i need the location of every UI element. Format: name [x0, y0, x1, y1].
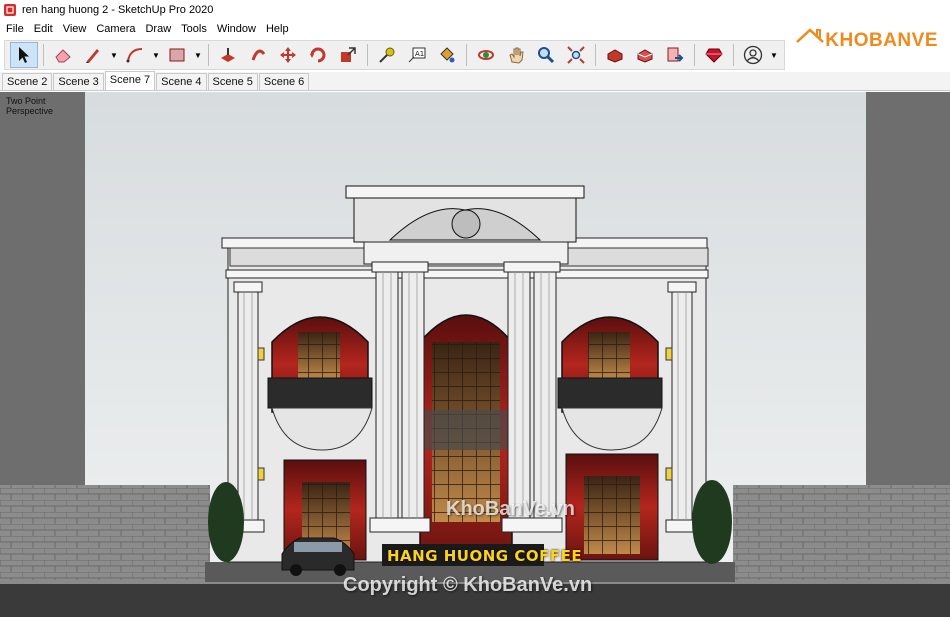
right-shrub	[692, 480, 732, 564]
warehouse-icon[interactable]	[601, 42, 629, 68]
left-balcony-railing	[267, 377, 373, 409]
orbit-icon[interactable]	[472, 42, 500, 68]
capital-left-inner	[371, 261, 429, 273]
chevron-down-icon[interactable]: ▼	[192, 42, 204, 68]
paint-bucket-icon[interactable]	[433, 42, 461, 68]
select-arrow-icon[interactable]	[10, 42, 38, 68]
logo-text: KHOBANVE	[825, 30, 938, 51]
chevron-down-icon[interactable]: ▼	[150, 42, 162, 68]
watermark-center: KhoBanVe.vn	[446, 498, 575, 520]
logo-house-icon	[796, 28, 825, 43]
left-upper-mullions	[298, 332, 340, 380]
extension-warehouse-icon[interactable]	[631, 42, 659, 68]
title-bar: ren hang huong 2 - SketchUp Pro 2020	[0, 0, 950, 20]
sketchup-app-icon	[4, 4, 16, 16]
toolbar-separator	[367, 44, 368, 66]
building-render	[0, 92, 950, 617]
menu-edit[interactable]: Edit	[30, 23, 59, 35]
ruby-extension-icon[interactable]	[700, 42, 728, 68]
camera-projection-line2: Perspective	[6, 106, 54, 116]
left-cornice	[221, 237, 365, 249]
menu-file[interactable]: File	[2, 23, 30, 35]
rotate-icon[interactable]	[304, 42, 332, 68]
wall-lamp	[257, 467, 265, 481]
scale-icon[interactable]	[334, 42, 362, 68]
column-right-outer	[671, 287, 693, 525]
eraser-icon[interactable]	[49, 42, 77, 68]
tab-scene-2[interactable]: Scene 2	[2, 73, 53, 90]
menu-bar: File Edit View Camera Draw Tools Window …	[0, 20, 850, 38]
chevron-down-icon[interactable]: ▼	[108, 42, 120, 68]
menu-help[interactable]: Help	[262, 23, 295, 35]
account-icon[interactable]	[739, 42, 767, 68]
camera-projection-label: Two Point Perspective	[6, 96, 53, 116]
toolbar-separator	[595, 44, 596, 66]
move-icon[interactable]	[274, 42, 302, 68]
zoom-icon[interactable]	[532, 42, 560, 68]
tab-scene-4[interactable]: Scene 4	[156, 73, 207, 90]
watermark-copyright: Copyright © KhoBanVe.vn	[343, 574, 593, 596]
capital-right-inner	[503, 261, 561, 273]
parked-car	[281, 537, 355, 576]
tab-scene-6[interactable]: Scene 6	[258, 73, 310, 90]
capital-left-outer	[233, 281, 263, 293]
left-fence-wall	[0, 485, 210, 585]
push-pull-icon[interactable]	[214, 42, 242, 68]
right-upper-mullions	[588, 332, 630, 380]
column-right-inner-a	[507, 265, 531, 523]
frieze-band	[225, 269, 709, 279]
right-balcony-railing	[557, 377, 663, 409]
right-cornice	[564, 237, 708, 249]
menu-tools[interactable]: Tools	[177, 23, 213, 35]
right-fence-wall	[733, 485, 950, 585]
pan-hand-icon[interactable]	[502, 42, 530, 68]
arc-icon[interactable]	[121, 42, 149, 68]
toolbar-separator	[208, 44, 209, 66]
tab-scene-5[interactable]: Scene 5	[207, 73, 258, 90]
column-right-inner-b	[533, 265, 557, 523]
tab-scene-7[interactable]: Scene 7	[104, 71, 156, 90]
central-frieze	[363, 241, 569, 265]
menu-draw[interactable]: Draw	[141, 23, 177, 35]
follow-me-icon[interactable]	[244, 42, 272, 68]
center-mezzanine	[424, 410, 508, 450]
tab-scene-3[interactable]: Scene 3	[53, 73, 104, 90]
svg-text:A1: A1	[415, 50, 424, 58]
send-to-layout-icon[interactable]	[661, 42, 689, 68]
text-label-icon[interactable]: A1	[403, 42, 431, 68]
tape-measure-icon[interactable]	[373, 42, 401, 68]
central-cornice-top	[345, 185, 585, 199]
toolbar-separator	[733, 44, 734, 66]
column-left-outer	[237, 287, 259, 525]
capital-right-outer	[667, 281, 697, 293]
model-viewport[interactable]: Two Point Perspective HANG HUONG COFFEE …	[0, 92, 950, 617]
camera-projection-line1: Two Point	[6, 96, 46, 106]
scene-tabs: Scene 2 Scene 3 Scene 7 Scene 4 Scene 5 …	[0, 71, 950, 91]
column-left-inner-a	[375, 265, 399, 523]
pencil-line-icon[interactable]	[79, 42, 107, 68]
zoom-extents-icon[interactable]	[562, 42, 590, 68]
base-left-inner	[369, 517, 431, 533]
shop-sign-text: HANG HUONG COFFEE	[387, 547, 583, 565]
chevron-down-icon[interactable]: ▼	[768, 42, 780, 68]
toolbar-separator	[43, 44, 44, 66]
toolbar-separator	[694, 44, 695, 66]
khobanve-logo: KHOBANVE	[795, 18, 938, 52]
wall-lamp	[257, 347, 265, 361]
right-lower-mullions	[584, 476, 640, 554]
toolbar-separator	[466, 44, 467, 66]
rectangle-icon[interactable]	[163, 42, 191, 68]
large-tool-set-toolbar: ▼ ▼ ▼ A1 ▼	[4, 40, 785, 70]
menu-view[interactable]: View	[59, 23, 93, 35]
menu-camera[interactable]: Camera	[92, 23, 141, 35]
column-left-inner-b	[401, 265, 425, 523]
menu-window[interactable]: Window	[213, 23, 262, 35]
left-shrub	[208, 482, 244, 562]
wall-lamp	[665, 347, 673, 361]
crest-medallion	[451, 209, 481, 239]
window-title: ren hang huong 2 - SketchUp Pro 2020	[22, 4, 214, 16]
wall-lamp	[665, 467, 673, 481]
